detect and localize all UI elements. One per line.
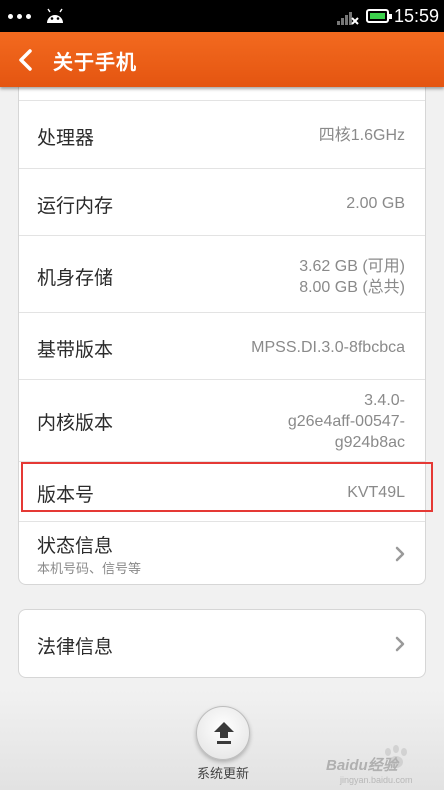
system-update-label: 系统更新	[196, 767, 249, 782]
row-kernel: 内核版本 3.4.0- g26e4aff-00547- g924b8ac	[19, 380, 425, 462]
row-label: 版本号	[37, 484, 95, 506]
android-icon	[47, 8, 63, 23]
row-subtitle: 本机号码、信号等	[37, 562, 142, 577]
chevron-right-icon	[395, 636, 405, 652]
row-processor: 处理器 四核1.6GHz	[19, 101, 425, 169]
value-line: g26e4aff-00547-	[287, 413, 405, 430]
upload-arrow-icon	[214, 722, 234, 744]
row-baseband: 基带版本 MPSS.DI.3.0-8fbcbca	[19, 313, 425, 380]
status-bar: 15:59	[0, 0, 444, 32]
row-label: 处理器	[37, 127, 95, 149]
title-bar: 关于手机	[0, 32, 444, 87]
row-label: 基带版本	[37, 339, 114, 361]
row-label: 机身存储	[37, 267, 114, 289]
row-value: MPSS.DI.3.0-8fbcbca	[251, 339, 405, 356]
page-title: 关于手机	[53, 50, 137, 74]
row-value: 3.62 GB (可用) 8.00 GB (总共)	[299, 256, 405, 298]
battery-icon	[366, 9, 392, 23]
about-phone-list: 处理器 四核1.6GHz 运行内存 2.00 GB 机身存储 3.62 GB (…	[18, 78, 426, 585]
value-line: 3.4.0-	[364, 392, 405, 409]
row-storage: 机身存储 3.62 GB (可用) 8.00 GB (总共)	[19, 236, 425, 313]
row-value: 四核1.6GHz	[318, 127, 405, 144]
signal-icon	[337, 12, 359, 25]
value-line: 8.00 GB (总共)	[299, 279, 405, 296]
legal-group: 法律信息	[18, 609, 426, 678]
row-status-info[interactable]: 状态信息 本机号码、信号等	[19, 522, 425, 584]
row-build-number[interactable]: 版本号 KVT49L	[19, 462, 425, 522]
row-ram: 运行内存 2.00 GB	[19, 169, 425, 236]
clock: 15:59	[394, 6, 440, 26]
row-label: 状态信息	[37, 535, 114, 557]
watermark-url: jingyan.baidu.com	[340, 775, 413, 785]
more-dots-icon	[8, 14, 31, 19]
system-update-button[interactable]	[196, 706, 250, 760]
value-line: g924b8ac	[334, 434, 405, 451]
back-icon[interactable]	[12, 46, 40, 74]
row-label: 内核版本	[37, 412, 114, 434]
chevron-right-icon	[395, 546, 405, 562]
row-value: 3.4.0- g26e4aff-00547- g924b8ac	[288, 390, 405, 453]
watermark-text: Baidu经验	[326, 757, 398, 774]
row-label: 法律信息	[37, 636, 114, 658]
row-value: 2.00 GB	[346, 195, 405, 212]
row-value: KVT49L	[347, 484, 405, 501]
row-label: 运行内存	[37, 195, 114, 217]
value-line: 3.62 GB (可用)	[299, 258, 405, 275]
row-legal-info[interactable]: 法律信息	[19, 610, 425, 677]
